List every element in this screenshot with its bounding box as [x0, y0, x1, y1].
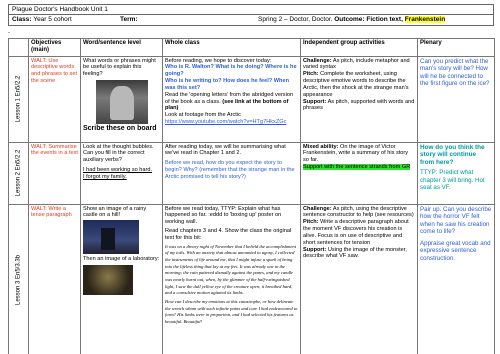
plenary-appraise: Appraise great vocab and expressive sent…	[420, 239, 491, 262]
term-label: Term:	[120, 16, 138, 23]
word-level-cell: Look at the thought bubbles. Can you fil…	[80, 141, 163, 205]
lesson-plan-table: Objectives (main) Word/sentence level Wh…	[8, 38, 495, 354]
col-objectives: Objectives (main)	[28, 38, 81, 57]
word-lab-text: Then an image of a laboratory:	[83, 256, 160, 263]
plan-meta-row: Class: Year 5 cohort Term: Spring 2 – Do…	[9, 15, 493, 25]
plan-title: Plague Doctor's Handbook Unit 1	[9, 5, 493, 15]
plenary-cell: How do you think the story will continue…	[417, 141, 495, 205]
plenary-cell: Can you predict what the man's story wil…	[417, 55, 495, 143]
pitch-label: Pitch:	[303, 71, 319, 78]
support-text: Support with the sentence strands from G…	[303, 164, 411, 171]
objective-cell: WALT: Write a tense paragraph	[28, 203, 81, 354]
col-group: Independent group activities	[300, 38, 418, 57]
plan-header: Plague Doctor's Handbook Unit 1 Class: Y…	[8, 4, 494, 26]
pitch-label: Pitch:	[303, 219, 319, 226]
mixed-label: Mixed ability:	[303, 143, 339, 150]
word-example-2: I forgot my family.	[83, 173, 127, 180]
word-example-1: I had been working so hard.	[83, 167, 153, 174]
word-level-text: Look at the thought bubbles. Can you fil…	[83, 143, 154, 164]
wc-body: Read the 'opening letters' from the abri…	[165, 92, 298, 112]
outcome-value: Fiction text,	[366, 16, 403, 23]
header-dash: -	[8, 30, 10, 36]
table-row: Lesson 1 En5/2.2 WALT: Use descriptive w…	[8, 55, 495, 143]
whole-class-cell: Before reading, we hope to discover toda…	[162, 55, 301, 143]
whole-class-cell: Before we read today, TTYP: Explain what…	[162, 203, 301, 354]
term-value: Spring 2 – Doctor, Doctor.	[258, 16, 333, 23]
group-cell: Mixed ability: On the image of Victor Fr…	[300, 141, 418, 205]
wc-question-1: Who is R. Walton? What is he doing? Wher…	[165, 64, 297, 78]
book-excerpt-2: How can I describe my emotions at this c…	[165, 298, 298, 324]
objective-cell: WALT: Use descriptive words and phrases …	[28, 55, 81, 143]
table-header-row: Objectives (main) Word/sentence level Wh…	[8, 38, 495, 57]
laboratory-image	[83, 265, 133, 296]
table-row: Lesson 3 En5/3.3b WALT: Write a tense pa…	[8, 203, 495, 354]
pitch-text: Write a descriptive paragraph about the …	[303, 219, 409, 246]
whole-class-cell: After reading today, we will be summaris…	[162, 141, 301, 205]
col-word-level: Word/sentence level	[80, 38, 163, 57]
wc-question-2: Who is he writing to? How does he feel? …	[165, 78, 289, 91]
wc-footage: Look at footage from the Arctic	[165, 112, 241, 119]
plenary-question: Pair up. Can you describe how the horror…	[420, 205, 492, 236]
word-caption: Scribe these on board	[83, 125, 157, 133]
term-cell: Term:	[120, 16, 258, 24]
youtube-link[interactable]: https://www.youtube.com/watch?v=HTg7HkxZ…	[165, 119, 298, 126]
word-level-text: What words or phrases might be useful to…	[83, 57, 156, 78]
group-cell: Challenge: As pitch, using the descripti…	[300, 203, 418, 354]
outcome-highlight: Frankenstein	[404, 16, 446, 23]
class-value: Year 5 cohort	[33, 16, 72, 23]
castle-image	[83, 220, 139, 255]
challenge-label: Challenge:	[303, 205, 332, 212]
word-level-cell: What words or phrases might be useful to…	[80, 55, 163, 143]
pitch-text: Complete the worksheet, using descriptiv…	[303, 71, 409, 98]
wc-p1: Read chapters 3 and 4. Show the class th…	[165, 228, 292, 241]
lesson-label: Lesson 3 En5/3.3b	[14, 255, 21, 306]
lesson-label-cell: Lesson 1 En5/2.2	[8, 55, 29, 143]
wc-intro: Before reading, we hope to discover toda…	[165, 57, 272, 64]
word-level-cell: Show an image of a rainy castle on a hil…	[80, 203, 163, 354]
support-label: Support:	[303, 98, 327, 105]
col-whole-class: Whole class	[162, 38, 301, 57]
lesson-label-cell: Lesson 3 En5/3.3b	[8, 203, 29, 354]
wc-ttyp: Before we read today, TTYP: Explain what…	[165, 205, 282, 226]
col-plenary: Plenary	[417, 38, 495, 57]
outcome-label: Outcome:	[334, 16, 365, 23]
word-level-text: Show an image of a rainy castle on a hil…	[83, 205, 147, 219]
wc-p1: After reading today, we will be summaris…	[165, 143, 286, 157]
support-label: Support:	[303, 246, 327, 253]
class-label: Class:	[12, 16, 32, 23]
plenary-question: How do you think the story will continue…	[420, 143, 485, 167]
table-row: Lesson 2 En5/2.2 WALT: Summarise the eve…	[8, 141, 495, 205]
wc-p2: Before we read, how do you expect the st…	[165, 160, 295, 180]
objective-cell: WALT: Summarise the events in a text	[28, 141, 81, 205]
class-cell: Class: Year 5 cohort	[12, 16, 120, 24]
corner-cell	[8, 38, 29, 57]
lesson-label-cell: Lesson 2 En5/2.2	[8, 141, 29, 205]
plenary-ttyp: TTYP: Predict what chapter 3 will bring.…	[420, 169, 485, 192]
group-cell: Challenge: As pitch, include metaphor an…	[300, 55, 418, 143]
arctic-photo	[95, 80, 148, 125]
lesson-label: Lesson 2 En5/2.2	[14, 149, 21, 197]
book-excerpt: It was on a dreary night of November tha…	[165, 243, 296, 296]
challenge-label: Challenge:	[303, 57, 332, 64]
plenary-cell: Pair up. Can you describe how the horror…	[417, 203, 495, 354]
term-outcome-cell: Spring 2 – Doctor, Doctor. Outcome: Fict…	[258, 16, 446, 24]
lesson-label: Lesson 1 En5/2.2	[14, 75, 21, 123]
